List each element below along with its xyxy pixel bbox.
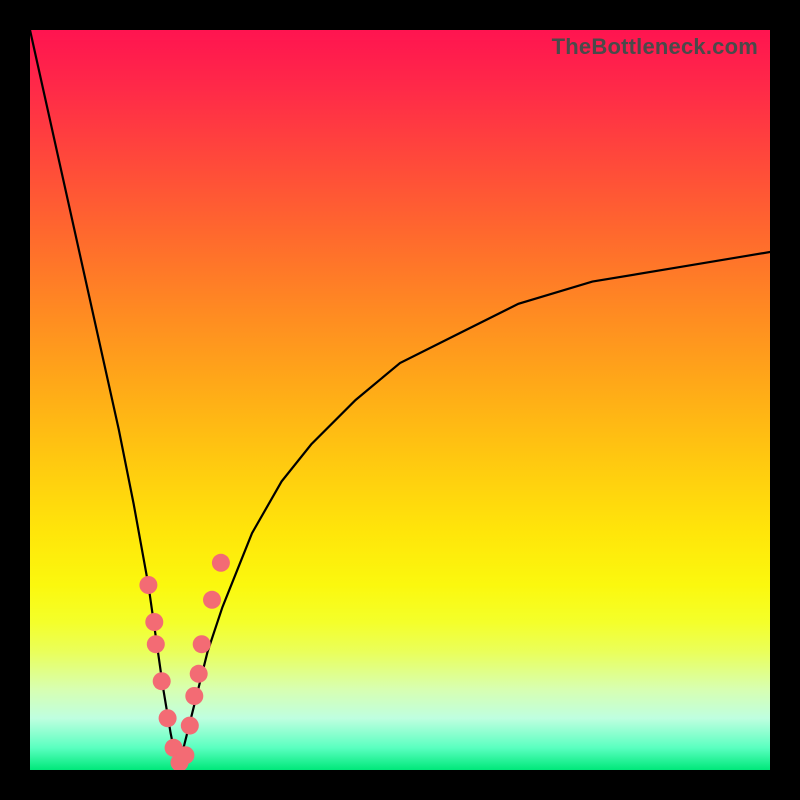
bottleneck-chart-svg [30, 30, 770, 770]
curve-marker [147, 635, 165, 653]
curve-marker [212, 554, 230, 572]
curve-marker [181, 717, 199, 735]
curve-marker [153, 672, 171, 690]
plot-area: TheBottleneck.com [30, 30, 770, 770]
curve-marker [176, 746, 194, 764]
curve-marker [139, 576, 157, 594]
curve-marker [190, 665, 208, 683]
curve-marker [159, 709, 177, 727]
curve-marker [145, 613, 163, 631]
curve-marker [203, 591, 221, 609]
marker-group [139, 554, 230, 770]
chart-frame: TheBottleneck.com [0, 0, 800, 800]
bottleneck-curve-path [30, 30, 770, 770]
curve-marker [185, 687, 203, 705]
curve-marker [193, 635, 211, 653]
